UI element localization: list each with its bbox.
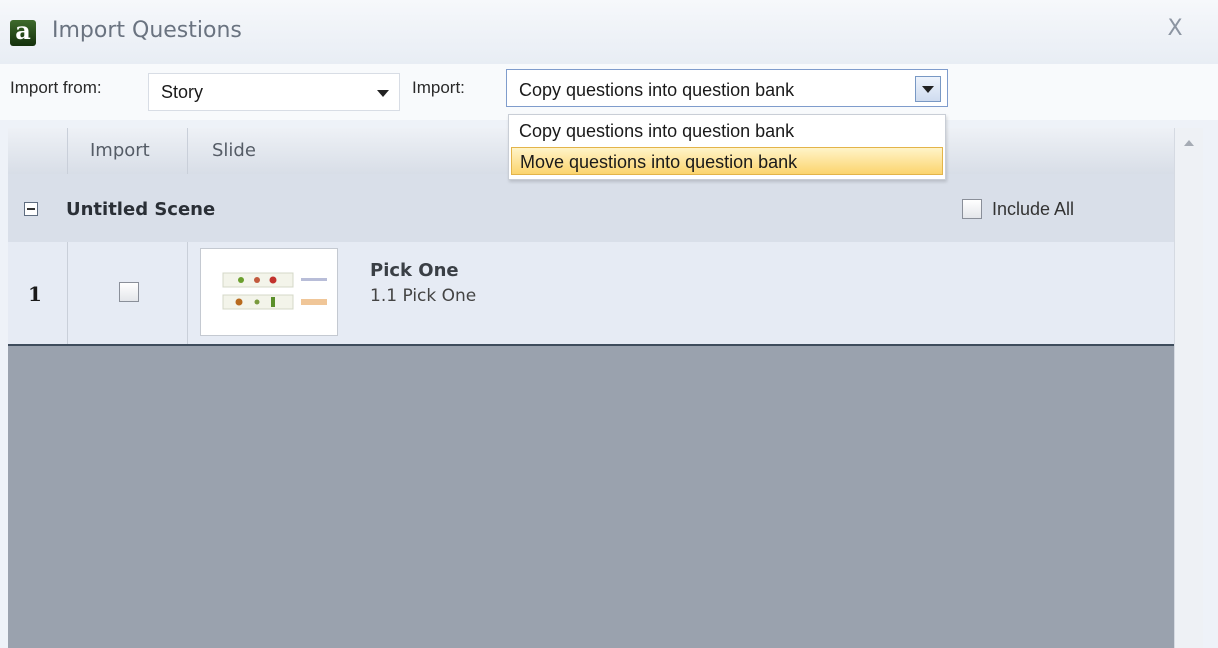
vertical-scrollbar[interactable] <box>1174 128 1203 648</box>
header-import-label: Import <box>90 140 150 161</box>
collapse-icon[interactable] <box>24 202 38 216</box>
scene-group-row: Untitled Scene Include All <box>8 174 1174 243</box>
header-slide-label: Slide <box>212 140 256 161</box>
questions-grid: Import Slide Untitled Scene Include All … <box>8 128 1174 648</box>
import-questions-dialog: a Import Questions X Import from: Story … <box>0 0 1218 648</box>
scene-title: Untitled Scene <box>66 199 216 220</box>
row-import-cell <box>68 242 188 344</box>
import-from-select[interactable]: Story <box>148 73 400 111</box>
title-bar: a Import Questions X <box>0 0 1218 64</box>
import-mode-select[interactable]: Copy questions into question bank <box>506 69 948 107</box>
close-icon[interactable]: X <box>1160 14 1190 44</box>
row-import-checkbox[interactable] <box>119 282 139 302</box>
import-mode-dropdown-button[interactable] <box>915 76 941 102</box>
import-from-value: Story <box>161 82 204 102</box>
dropdown-option-move[interactable]: Move questions into question bank <box>511 147 943 175</box>
header-row-number <box>8 128 68 174</box>
slide-thumbnail-image <box>222 272 327 310</box>
app-logo-icon: a <box>10 16 36 46</box>
dropdown-option-copy[interactable]: Copy questions into question bank <box>511 117 943 145</box>
import-mode-value: Copy questions into question bank <box>519 80 795 100</box>
header-import[interactable]: Import <box>68 128 188 174</box>
row-number-cell: 1 <box>8 242 68 344</box>
slide-title: Pick One <box>370 260 459 281</box>
slide-subtitle: 1.1 Pick One <box>370 286 477 306</box>
import-label: Import: <box>412 78 465 97</box>
table-row[interactable]: 1 Pick One 1.1 Pick One <box>8 242 1174 346</box>
chevron-down-icon <box>922 86 934 93</box>
slide-thumbnail <box>200 248 338 336</box>
chevron-down-icon[interactable] <box>377 90 389 97</box>
import-mode-dropdown-list: Copy questions into question bank Move q… <box>508 114 946 180</box>
import-toolbar: Import from: Story Import: Copy question… <box>0 64 1218 120</box>
scroll-up-icon[interactable] <box>1184 140 1194 146</box>
import-from-label: Import from: <box>10 78 102 97</box>
dialog-title: Import Questions <box>52 18 242 43</box>
include-all-label: Include All <box>992 199 1075 219</box>
include-all-checkbox[interactable] <box>962 199 982 219</box>
row-number: 1 <box>28 282 42 306</box>
